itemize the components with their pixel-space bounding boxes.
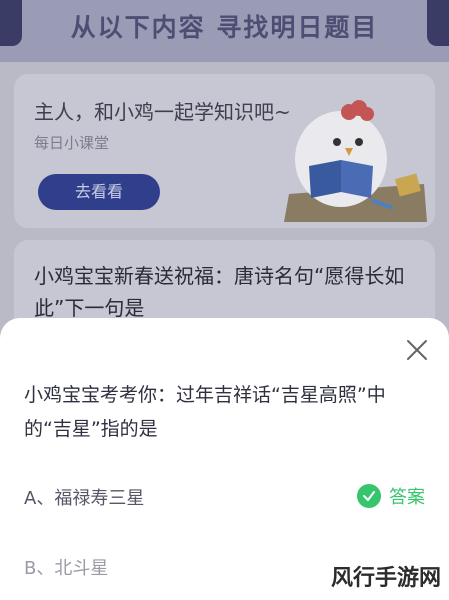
- banner-title: 从以下内容 寻找明日题目: [70, 13, 379, 42]
- option-b[interactable]: B、北斗星: [24, 554, 108, 580]
- watermark-logo: 风行手游网: [330, 566, 441, 591]
- question-card-title: 小鸡宝宝新春送祝福：唐诗名句“愿得长如此”下一句是: [34, 264, 405, 320]
- close-icon[interactable]: [405, 338, 429, 362]
- go-view-button[interactable]: 去看看: [38, 174, 160, 210]
- chick-reading-icon: [284, 100, 427, 222]
- lesson-card-title: 主人，和小鸡一起学知识吧~: [34, 100, 291, 124]
- top-banner: 从以下内容 寻找明日题目: [0, 0, 449, 62]
- quiz-question: 小鸡宝宝考考你：过年吉祥话“吉星高照”中的“吉星”指的是: [24, 384, 386, 440]
- option-a[interactable]: A、福禄寿三星: [24, 484, 144, 510]
- answer-badge: 答案: [357, 482, 425, 510]
- lesson-card: 主人，和小鸡一起学知识吧~ 每日小课堂 去看看: [14, 74, 435, 228]
- lesson-card-subtitle: 每日小课堂: [34, 134, 110, 152]
- quiz-bottom-sheet: 小鸡宝宝考考你：过年吉祥话“吉星高照”中的“吉星”指的是 A、福禄寿三星 答案 …: [0, 318, 449, 600]
- check-icon: [357, 484, 381, 508]
- answer-label: 答案: [389, 487, 425, 508]
